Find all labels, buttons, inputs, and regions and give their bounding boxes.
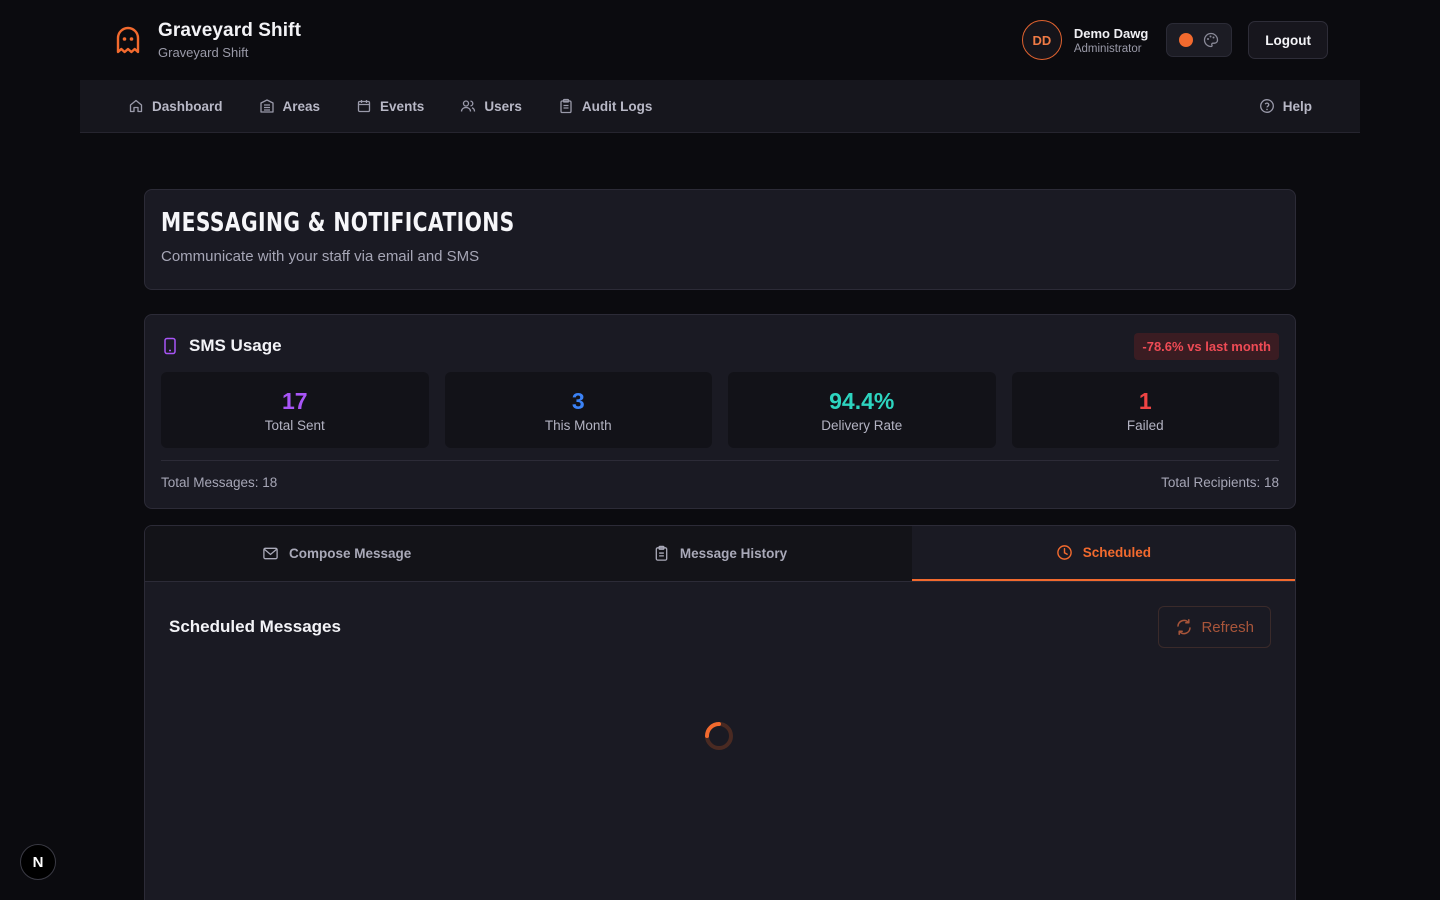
mail-icon <box>263 547 278 560</box>
stat-value: 3 <box>571 387 585 414</box>
stat-label: Delivery Rate <box>821 417 903 433</box>
page-header-card: Messaging & Notifications Communicate wi… <box>144 189 1296 290</box>
home-icon <box>129 99 143 113</box>
clipboard-icon <box>655 545 668 561</box>
users-icon <box>461 100 476 112</box>
sms-stats: 17 Total Sent 3 This Month 94.4% Deliver… <box>161 372 1279 448</box>
avatar[interactable]: DD <box>1021 20 1062 60</box>
sms-usage-title-text: SMS Usage <box>189 336 282 355</box>
accent-color-dot-icon <box>1179 33 1194 47</box>
nav-item-audit-logs[interactable]: Audit Logs <box>558 98 653 114</box>
calendar-icon <box>357 100 371 113</box>
nav-item-areas[interactable]: Areas <box>259 98 321 114</box>
stat-failed: 1 Failed <box>1011 372 1279 448</box>
clipboard-icon <box>560 98 572 114</box>
scheduled-panel: Scheduled Messages Refresh <box>145 582 1295 900</box>
messaging-tabs-card: Compose Message Message History Schedule… <box>144 525 1296 900</box>
refresh-label: Refresh <box>1201 618 1254 636</box>
clock-icon <box>1056 545 1072 560</box>
building-icon <box>259 99 274 113</box>
stat-label: Failed <box>1126 417 1164 433</box>
smartphone-icon <box>164 337 176 355</box>
loading-spinner-icon <box>705 722 733 750</box>
nav-item-users[interactable]: Users <box>460 98 522 114</box>
dev-tools-badge[interactable]: N <box>20 844 56 880</box>
nav-item-label: Audit Logs <box>581 98 653 114</box>
tab-label: Message History <box>679 546 788 561</box>
tab-compose-message[interactable]: Compose Message <box>145 526 529 581</box>
tab-scheduled[interactable]: Scheduled <box>911 526 1295 581</box>
theme-toggle-button[interactable] <box>1166 23 1233 57</box>
app-header: Graveyard Shift Graveyard Shift DD Demo … <box>80 0 1360 80</box>
sms-usage-card: SMS Usage -78.6% vs last month 17 Total … <box>144 314 1296 509</box>
main-nav: Dashboard Areas Events Users Audit Logs … <box>80 80 1360 133</box>
user-info: Demo Dawg Administrator <box>1074 26 1148 55</box>
sms-usage-footer: Total Messages: 18 Total Recipients: 18 <box>161 460 1279 490</box>
tab-message-history[interactable]: Message History <box>528 526 912 581</box>
user-name: Demo Dawg <box>1073 25 1149 41</box>
brand[interactable]: Graveyard Shift Graveyard Shift <box>112 20 301 60</box>
ghost-logo-icon <box>116 26 140 54</box>
tab-label: Scheduled <box>1082 545 1151 560</box>
sms-usage-header: SMS Usage -78.6% vs last month <box>161 331 1279 361</box>
usage-change-badge: -78.6% vs last month <box>1134 332 1279 360</box>
help-circle-icon <box>1259 99 1274 113</box>
page-title: Messaging & Notifications <box>161 208 515 238</box>
section-title: Scheduled Messages <box>169 617 341 636</box>
refresh-icon <box>1177 619 1192 635</box>
app-subtitle: Graveyard Shift <box>158 45 249 60</box>
nav-item-label: Areas <box>282 98 321 114</box>
stat-value: 94.4% <box>829 387 895 414</box>
user-area: DD Demo Dawg Administrator Logout <box>1021 20 1328 60</box>
total-messages: Total Messages: 18 <box>161 475 278 490</box>
page-subtitle: Communicate with your staff via email an… <box>161 248 480 265</box>
stat-total-sent: 17 Total Sent <box>161 372 429 448</box>
nav-item-label: Dashboard <box>152 98 223 114</box>
user-role: Administrator <box>1073 42 1142 55</box>
help-label: Help <box>1282 98 1312 114</box>
stat-value: 17 <box>281 387 308 414</box>
nav-items: Dashboard Areas Events Users Audit Logs <box>128 98 652 114</box>
total-recipients: Total Recipients: 18 <box>1161 475 1279 490</box>
stat-label: Total Sent <box>264 417 325 433</box>
tab-bar: Compose Message Message History Schedule… <box>145 526 1295 582</box>
palette-icon <box>1204 32 1219 48</box>
nav-item-label: Users <box>484 98 522 114</box>
tab-label: Compose Message <box>289 546 412 561</box>
nav-item-label: Events <box>380 98 425 114</box>
stat-label: This Month <box>544 417 612 433</box>
scheduled-header: Scheduled Messages Refresh <box>169 606 1271 648</box>
stat-value: 1 <box>1138 387 1152 414</box>
logout-button[interactable]: Logout <box>1248 21 1328 59</box>
app-title: Graveyard Shift <box>158 20 301 41</box>
nav-item-events[interactable]: Events <box>356 98 424 114</box>
nav-item-help[interactable]: Help <box>1259 98 1312 114</box>
sms-usage-title: SMS Usage <box>161 336 282 356</box>
stat-delivery-rate: 94.4% Delivery Rate <box>728 372 996 448</box>
nav-item-dashboard[interactable]: Dashboard <box>128 98 223 114</box>
stat-this-month: 3 This Month <box>444 372 712 448</box>
refresh-button[interactable]: Refresh <box>1158 606 1271 648</box>
